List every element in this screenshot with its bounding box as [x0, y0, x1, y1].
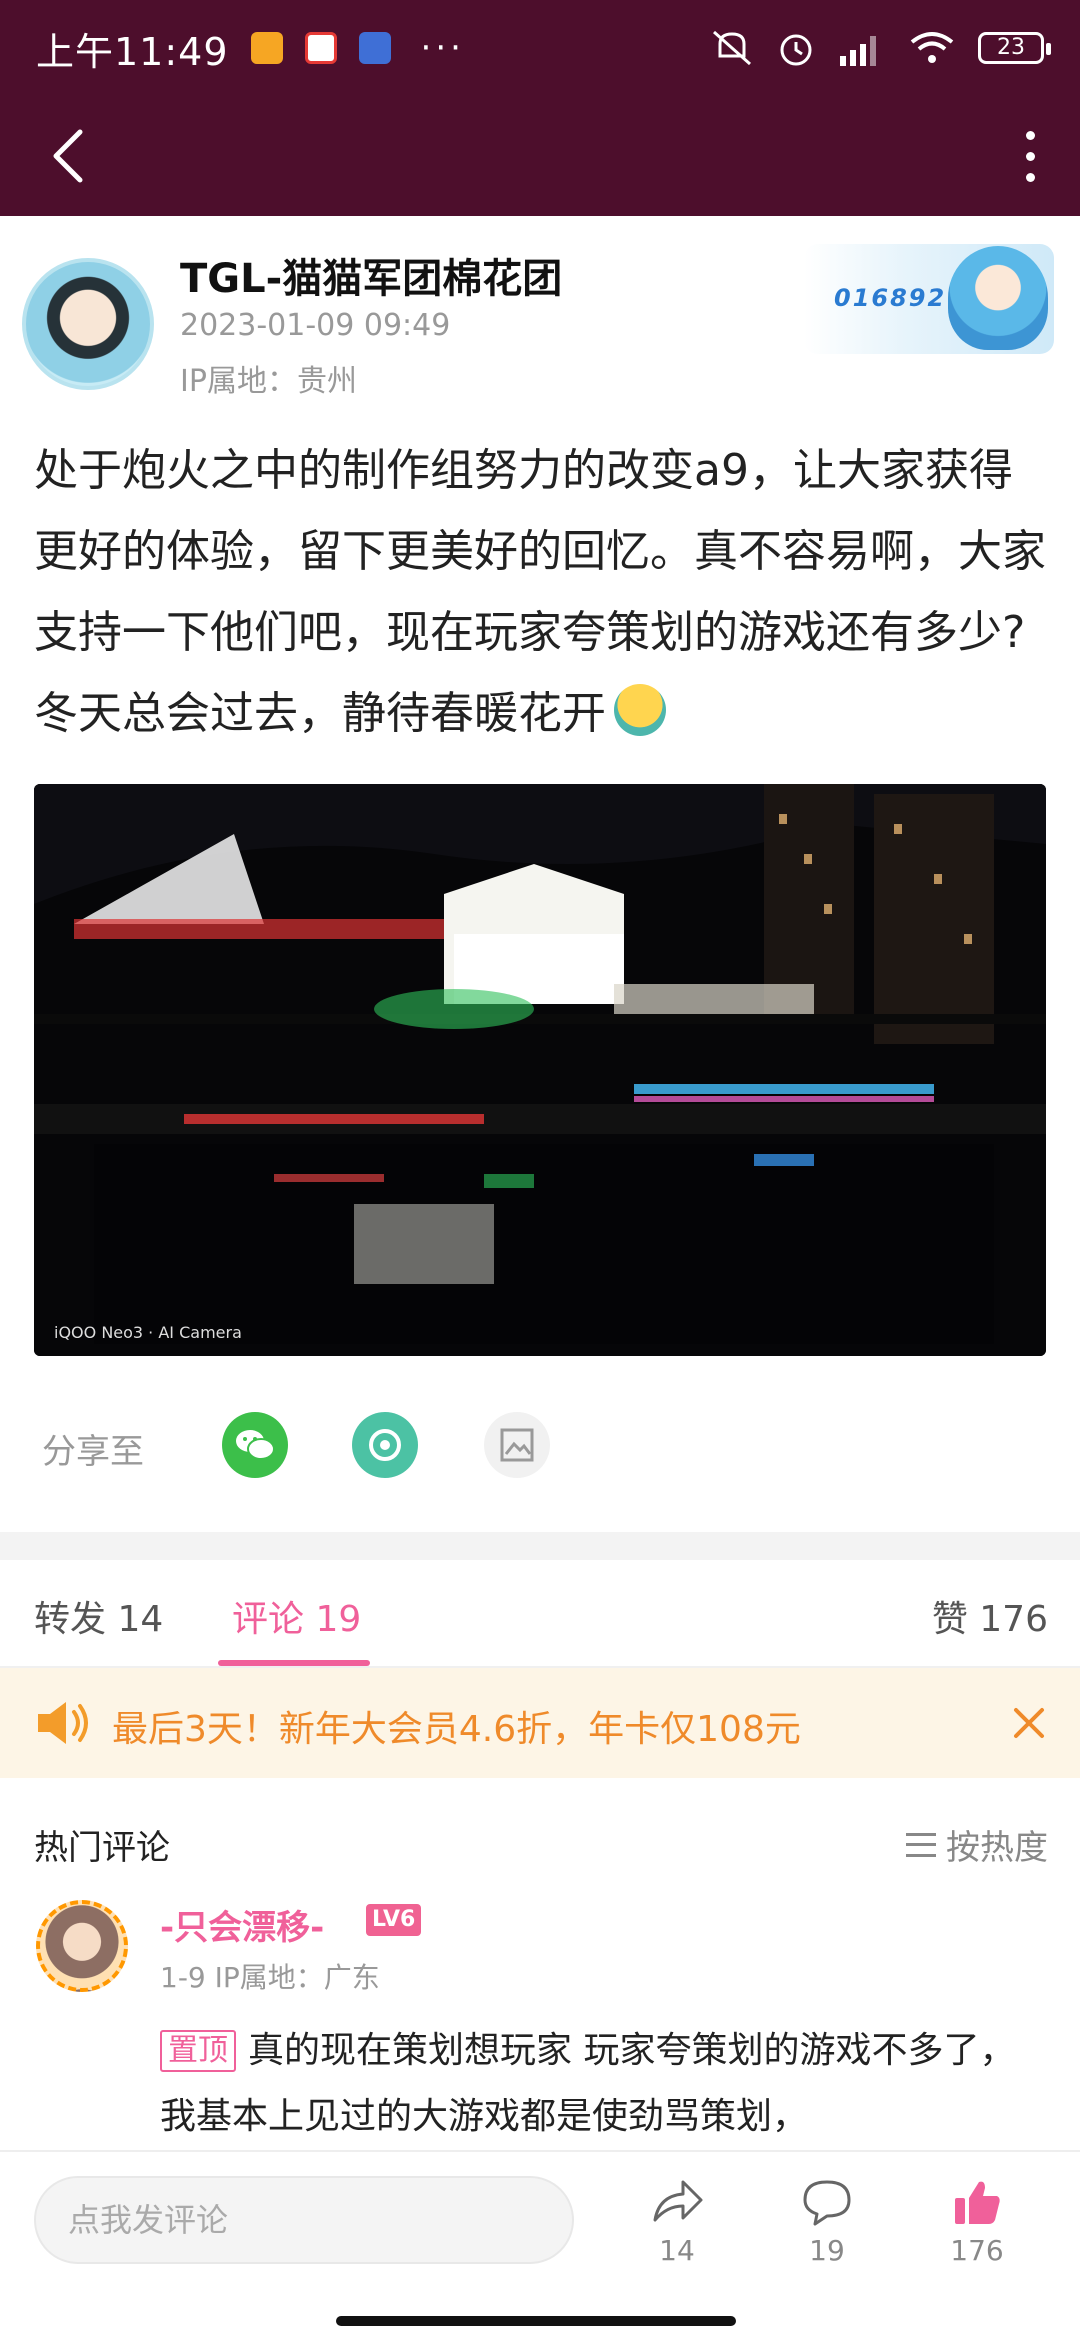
close-promo-button[interactable] [1004, 1698, 1054, 1748]
share-count: 14 [659, 2234, 695, 2267]
app-icon-2 [304, 32, 337, 64]
sort-list-icon [906, 1832, 936, 1857]
comment-meta: 1-9 IP属地：广东 [160, 1961, 380, 1994]
post-image[interactable]: iQOO Neo3 · AI Camera [34, 784, 1046, 1356]
speaker-icon [38, 1702, 88, 1744]
signal-icon [840, 36, 876, 66]
post-text: 处于炮火之中的制作组努力的改变a9，让大家获得更好的体验，留下更美好的回忆。真不… [34, 430, 1050, 754]
commenter-name[interactable]: -只会漂移- [160, 1900, 324, 1949]
status-bar: 上午11:49 ··· 23 [0, 0, 1080, 96]
section-divider [0, 1532, 1080, 1560]
tab-likes[interactable]: 赞 176 [932, 1590, 1048, 1642]
pinned-tag: 置顶 [160, 2030, 236, 2072]
comment-input[interactable]: 点我发评论 [34, 2176, 574, 2264]
app-icon-3 [358, 32, 391, 64]
wifi-icon [910, 32, 954, 63]
tab-comments[interactable]: 评论 19 [232, 1590, 361, 1642]
app-header: 上午11:49 ··· 23 [0, 0, 1080, 216]
tab-repost[interactable]: 转发 14 [34, 1590, 163, 1642]
active-tab-underline [218, 1660, 370, 1666]
image-share-icon [500, 1428, 534, 1462]
thumbs-up-icon [955, 2181, 1000, 2224]
comment-bubble-icon [803, 2180, 851, 2226]
status-more-dots: ··· [420, 28, 465, 68]
promo-text: 最后3天！新年大会员4.6折，年卡仅108元 [112, 1709, 801, 1750]
camera-watermark: iQOO Neo3 · AI Camera [54, 1323, 242, 1342]
fan-badge-character [948, 246, 1048, 350]
share-row: 分享至 [0, 1390, 1080, 1500]
author-name[interactable]: TGL-猫猫军团棉花团 [180, 246, 562, 304]
author-avatar[interactable] [22, 258, 154, 390]
bottom-action-bar: 点我发评论 14 19 176 [0, 2150, 1080, 2340]
share-moments-button[interactable] [352, 1412, 418, 1478]
fan-badge-number: 016892 [834, 284, 947, 312]
vip-promo-banner[interactable]: 最后3天！新年大会员4.6折，年卡仅108元 [0, 1668, 1080, 1778]
wechat-icon [236, 1430, 275, 1460]
post-text-content: 处于炮火之中的制作组努力的改变a9，让大家获得更好的体验，留下更美好的回忆。真不… [34, 445, 1046, 739]
share-button[interactable]: 14 [632, 2176, 722, 2267]
commenter-avatar[interactable] [36, 1900, 128, 1992]
like-count: 176 [950, 2234, 1004, 2267]
more-dot [1025, 172, 1035, 182]
hug-emoji-icon [614, 684, 666, 736]
nav-row [0, 96, 1080, 216]
more-dot [1025, 151, 1035, 161]
mute-icon [713, 30, 751, 66]
author-ip-location: IP属地：贵州 [180, 364, 357, 399]
app-icon-1 [250, 32, 283, 64]
moments-icon [369, 1429, 401, 1461]
post-time: 2023-01-09 09:49 [180, 308, 451, 343]
back-button[interactable] [40, 124, 100, 188]
home-indicator[interactable] [336, 2316, 736, 2326]
status-right-icons: 23 [710, 28, 1051, 68]
sort-label: 按热度 [946, 1828, 1048, 1868]
status-time: 上午11:49 [36, 29, 229, 74]
post-author: TGL-猫猫军团棉花团 2023-01-09 09:49 IP属地：贵州 016… [0, 216, 1080, 416]
share-arrow-icon [653, 2180, 703, 2222]
fan-badge[interactable]: 016892 [804, 244, 1054, 354]
hot-comments-title: 热门评论 [34, 1828, 170, 1868]
battery-icon: 23 [978, 32, 1051, 64]
comment-text: 真的现在策划想玩家 玩家夸策划的游戏不多了，我基本上见过的大游戏都是使劲骂策划， [160, 2030, 1016, 2137]
share-image-button[interactable] [484, 1412, 550, 1478]
comment-count: 19 [809, 2234, 845, 2267]
alarm-icon [780, 34, 812, 66]
post-tabs: 转发 14 评论 19 赞 176 [0, 1560, 1080, 1668]
night-scene-image [34, 784, 1046, 1356]
screen: 上午11:49 ··· 23 TGL-猫猫军团棉花团 2023-01-09 09… [0, 0, 1080, 2340]
user-level-badge: LV6 [366, 1904, 422, 1936]
comment-button[interactable]: 19 [782, 2176, 872, 2267]
comment-body[interactable]: 置顶 真的现在策划想玩家 玩家夸策划的游戏不多了，我基本上见过的大游戏都是使劲骂策… [160, 2018, 1040, 2150]
share-wechat-button[interactable] [222, 1412, 288, 1478]
like-button[interactable]: 176 [932, 2176, 1022, 2267]
sort-by-hotness-button[interactable]: 按热度 [906, 1820, 1048, 1869]
more-dot [1025, 130, 1035, 140]
share-label: 分享至 [42, 1432, 144, 1472]
more-options-button[interactable] [1010, 124, 1050, 188]
